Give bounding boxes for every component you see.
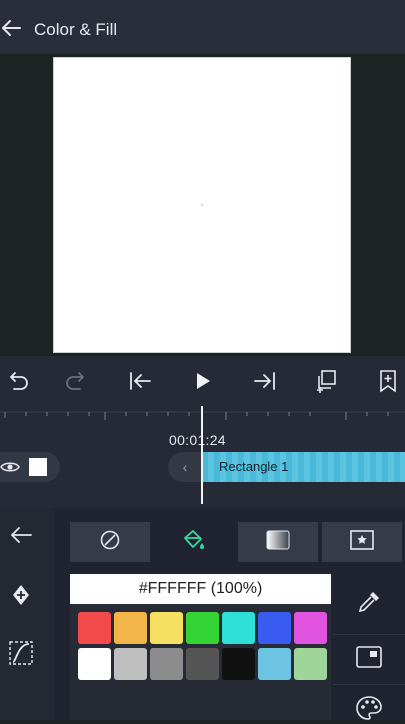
play-icon[interactable] xyxy=(190,368,216,394)
back-arrow-icon[interactable] xyxy=(0,17,22,39)
fill-panel: #FFFFFF (100%) xyxy=(0,508,405,720)
color-preview-icon[interactable] xyxy=(353,641,385,673)
paint-bucket-icon xyxy=(181,528,207,557)
divider xyxy=(333,634,405,635)
palette-icon[interactable] xyxy=(353,692,385,724)
playhead[interactable] xyxy=(201,406,203,504)
page-title: Color & Fill xyxy=(34,20,118,39)
layer-name: Rectangle 1 xyxy=(219,459,289,474)
color-swatch[interactable] xyxy=(150,612,183,644)
jump-to-start-icon[interactable] xyxy=(127,368,153,394)
tab-image-fill[interactable] xyxy=(322,522,402,562)
color-swatch[interactable] xyxy=(186,648,219,680)
tab-solid-fill[interactable] xyxy=(154,522,234,562)
chevron-left-icon[interactable]: ‹ xyxy=(168,452,202,482)
visibility-eye-icon[interactable] xyxy=(0,460,20,479)
tab-no-fill[interactable] xyxy=(70,522,150,562)
color-swatch[interactable] xyxy=(78,612,111,644)
tab-gradient-fill[interactable] xyxy=(238,522,318,562)
jump-to-end-icon[interactable] xyxy=(252,368,278,394)
divider xyxy=(333,684,405,685)
playback-controls xyxy=(0,356,405,406)
color-swatch[interactable] xyxy=(294,612,327,644)
gradient-icon xyxy=(265,529,291,556)
image-fill-icon xyxy=(349,529,375,556)
color-swatch[interactable] xyxy=(222,612,255,644)
fill-type-tabs xyxy=(70,522,405,562)
color-swatch[interactable] xyxy=(186,612,219,644)
color-swatch[interactable] xyxy=(114,612,147,644)
layer-controls xyxy=(0,452,60,482)
anchor-point[interactable] xyxy=(201,204,203,206)
keyframe-diamond-icon[interactable] xyxy=(8,582,34,608)
color-swatch[interactable] xyxy=(258,648,291,680)
color-swatch[interactable] xyxy=(222,648,255,680)
duplicate-layer-icon[interactable] xyxy=(313,368,339,394)
eyedropper-icon[interactable] xyxy=(353,586,385,618)
redo-icon[interactable] xyxy=(64,368,90,394)
color-swatch[interactable] xyxy=(150,648,183,680)
timeline[interactable]: 00:01:24 ‹ Rectangle 1 xyxy=(0,406,405,508)
layer-clip[interactable]: ‹ Rectangle 1 xyxy=(168,452,405,482)
easing-curve-icon[interactable] xyxy=(8,640,34,666)
hex-color-field[interactable]: #FFFFFF (100%) xyxy=(70,574,331,604)
timecode: 00:01:24 xyxy=(169,432,226,448)
color-picker: #FFFFFF (100%) xyxy=(70,574,331,720)
color-swatch[interactable] xyxy=(78,648,111,680)
layer-color-swatch[interactable] xyxy=(29,458,47,476)
undo-icon[interactable] xyxy=(4,368,30,394)
top-bar: Color & Fill xyxy=(0,0,405,54)
color-swatch[interactable] xyxy=(258,612,291,644)
color-swatch[interactable] xyxy=(294,648,327,680)
canvas-stage xyxy=(0,54,405,356)
panel-back-icon[interactable] xyxy=(8,522,34,548)
panel-tools xyxy=(333,564,405,720)
canvas-rectangle[interactable] xyxy=(53,57,351,353)
panel-sidebar xyxy=(0,508,55,720)
add-bookmark-icon[interactable] xyxy=(375,368,401,394)
no-fill-icon xyxy=(99,529,121,556)
color-swatch[interactable] xyxy=(114,648,147,680)
